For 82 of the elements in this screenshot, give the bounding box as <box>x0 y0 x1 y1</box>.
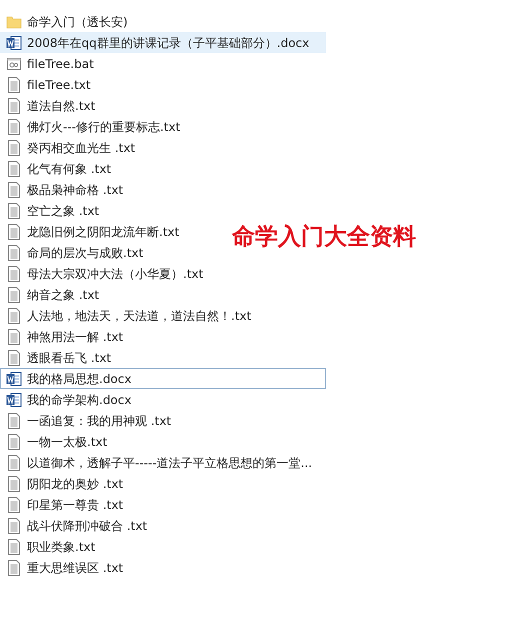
folder-icon <box>6 14 22 30</box>
text-file-icon <box>6 140 22 156</box>
word-document-icon <box>6 34 22 50</box>
file-item[interactable]: 纳音之象 .txt <box>0 284 100 305</box>
text-file-icon <box>6 560 22 576</box>
file-item[interactable]: 一物一太极.txt <box>0 431 108 452</box>
batch-file-icon <box>6 56 22 72</box>
file-item[interactable]: fileTree.bat <box>0 53 95 74</box>
file-item[interactable]: 佛灯火---修行的重要标志.txt <box>0 116 182 137</box>
file-name: 空亡之象 .txt <box>27 202 100 220</box>
text-file-icon <box>6 118 22 134</box>
text-file-icon <box>6 76 22 92</box>
file-name: 极品枭神命格 .txt <box>27 182 124 198</box>
file-item[interactable]: 印星第一尊贵 .txt <box>0 494 124 515</box>
text-file-icon <box>6 244 22 260</box>
text-file-icon <box>6 412 22 428</box>
file-name: 癸丙相交血光生 .txt <box>27 140 136 156</box>
file-name: 佛灯火---修行的重要标志.txt <box>27 118 180 136</box>
file-item[interactable]: 命学入门（透长安) <box>0 11 129 32</box>
file-item[interactable]: 命局的层次与成败.txt <box>0 242 144 263</box>
file-item[interactable]: 道法自然.txt <box>0 95 96 116</box>
file-name: 重大思维误区 .txt <box>27 560 124 576</box>
text-file-icon <box>6 454 22 470</box>
file-name: 印星第一尊贵 .txt <box>27 496 124 514</box>
file-item[interactable]: 母法大宗双冲大法（小华夏）.txt <box>0 263 204 284</box>
text-file-icon <box>6 518 22 534</box>
text-file-icon <box>6 328 22 344</box>
text-file-icon <box>6 350 22 366</box>
text-file-icon <box>6 160 22 176</box>
text-file-icon <box>6 434 22 450</box>
file-item[interactable]: 龙隐旧例之阴阳龙流年断.txt <box>0 221 180 242</box>
file-item[interactable]: 以道御术，透解子平-----道法子平立格思想的第一堂... <box>0 452 314 473</box>
file-name: 一函追复：我的用神观 .txt <box>27 412 172 430</box>
word-document-icon <box>6 392 22 408</box>
file-name: 阴阳龙的奥妙 .txt <box>27 476 124 492</box>
file-item[interactable]: 透眼看岳飞 .txt <box>0 347 112 368</box>
text-file-icon <box>6 496 22 512</box>
file-item[interactable]: 重大思维误区 .txt <box>0 557 124 578</box>
file-item[interactable]: 战斗伏降刑冲破合 .txt <box>0 515 148 536</box>
file-item[interactable]: 一函追复：我的用神观 .txt <box>0 410 172 431</box>
file-name: 我的命学架构.docx <box>27 392 132 408</box>
file-name: fileTree.txt <box>27 76 91 94</box>
file-name: 透眼看岳飞 .txt <box>27 350 112 366</box>
text-file-icon <box>6 286 22 302</box>
file-name: 2008年在qq群里的讲课记录（子平基础部分）.docx <box>27 34 310 52</box>
file-item[interactable]: 我的格局思想.docx <box>0 368 326 389</box>
file-name: 化气有何象 .txt <box>27 160 112 178</box>
file-item[interactable]: 职业类象.txt <box>0 536 96 557</box>
text-file-icon <box>6 224 22 240</box>
file-name: 命局的层次与成败.txt <box>27 244 144 262</box>
text-file-icon <box>6 266 22 282</box>
file-name: 人法地，地法天，天法道，道法自然！.txt <box>27 308 252 324</box>
file-item[interactable]: 空亡之象 .txt <box>0 200 100 221</box>
file-item[interactable]: 癸丙相交血光生 .txt <box>0 137 136 158</box>
file-name: 神煞用法一解 .txt <box>27 328 124 346</box>
file-name: fileTree.bat <box>27 56 94 72</box>
file-name: 命学入门（透长安) <box>27 14 128 30</box>
file-name: 道法自然.txt <box>27 98 96 114</box>
file-item[interactable]: 我的命学架构.docx <box>0 389 132 410</box>
text-file-icon <box>6 98 22 114</box>
text-file-icon <box>6 538 22 554</box>
file-item[interactable]: 人法地，地法天，天法道，道法自然！.txt <box>0 305 252 326</box>
file-item[interactable]: 2008年在qq群里的讲课记录（子平基础部分）.docx <box>0 32 326 53</box>
file-name: 一物一太极.txt <box>27 434 108 450</box>
file-name: 我的格局思想.docx <box>27 370 132 388</box>
file-name: 职业类象.txt <box>27 538 96 556</box>
file-item[interactable]: fileTree.txt <box>0 74 92 95</box>
file-name: 以道御术，透解子平-----道法子平立格思想的第一堂... <box>27 454 312 472</box>
overlay-title: 命学入门大全资料 <box>232 223 416 252</box>
text-file-icon <box>6 202 22 218</box>
file-item[interactable]: 化气有何象 .txt <box>0 158 112 179</box>
file-name: 母法大宗双冲大法（小华夏）.txt <box>27 266 204 282</box>
text-file-icon <box>6 182 22 198</box>
file-item[interactable]: 神煞用法一解 .txt <box>0 326 124 347</box>
file-name: 纳音之象 .txt <box>27 286 100 304</box>
file-item[interactable]: 阴阳龙的奥妙 .txt <box>0 473 124 494</box>
file-item[interactable]: 极品枭神命格 .txt <box>0 179 124 200</box>
file-name: 战斗伏降刑冲破合 .txt <box>27 518 148 534</box>
text-file-icon <box>6 476 22 492</box>
word-document-icon <box>6 370 22 386</box>
file-name: 龙隐旧例之阴阳龙流年断.txt <box>27 224 180 240</box>
text-file-icon <box>6 308 22 324</box>
